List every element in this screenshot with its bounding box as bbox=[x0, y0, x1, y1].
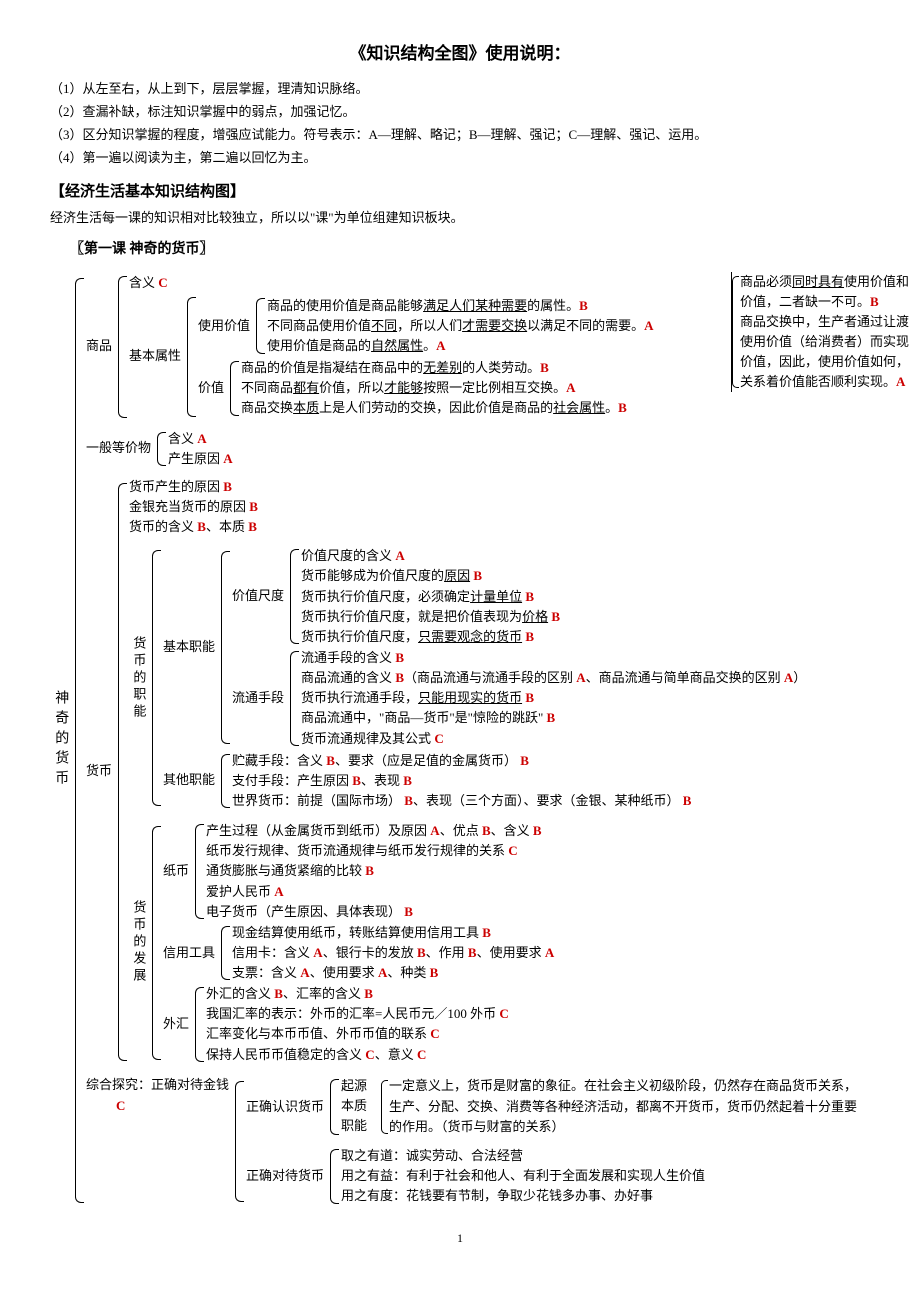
leaf-wh3: 汇率变化与本币币值、外币币值的联系 C bbox=[206, 1024, 870, 1044]
intro-line-4: （4）第一遍以阅读为主，第二遍以回忆为主。 bbox=[50, 148, 870, 169]
leaf-jzcd1: 价值尺度的含义 A bbox=[301, 546, 870, 566]
node-zonghe: 综合探究：正确对待金钱 C 正确认识货币 起源 本质 职能 一定意义上 bbox=[86, 1075, 870, 1208]
label-zonghe: 综合探究：正确对待金钱 C bbox=[86, 1075, 232, 1208]
leaf-zb4: 爱护人民币 A bbox=[206, 882, 870, 902]
tree-diagram: 神奇的货币 商品 含义 C 基本属性 使用价值 bbox=[50, 272, 870, 1209]
leaf-jzcd3: 货币执行价值尺度，必须确定计量单位 B bbox=[301, 587, 870, 607]
leaf-jzcd2: 货币能够成为价值尺度的原因 B bbox=[301, 566, 870, 586]
label-ltsd: 流通手段 bbox=[232, 648, 287, 749]
label-jibenshuxing: 基本属性 bbox=[129, 294, 184, 420]
leaf-zb3: 通货膨胀与通货紧缩的比较 B bbox=[206, 861, 870, 881]
leaf-rs1: 起源 bbox=[341, 1076, 381, 1096]
lesson-title: 〖第一课 神奇的货币〗 bbox=[70, 239, 870, 261]
intro-line-1: （1）从左至右，从上到下，层层掌握，理清知识脉络。 bbox=[50, 79, 870, 100]
label-renshi: 正确认识货币 bbox=[246, 1076, 327, 1138]
subtitle: 经济生活每一课的知识相对比较独立，所以以"课"为单位组建知识板块。 bbox=[50, 208, 870, 229]
leaf-yb-yuanyin: 产生原因 A bbox=[168, 449, 870, 469]
leaf-xy3: 支票：含义 A、使用要求 A、种类 B bbox=[232, 963, 870, 983]
label-qita: 其他职能 bbox=[163, 751, 218, 811]
leaf-jzcd5: 货币执行价值尺度，只需要观念的货币 B bbox=[301, 627, 870, 647]
leaf-hb1: 货币产生的原因 B bbox=[129, 477, 870, 497]
label-fazhan: 货币的发展 bbox=[129, 820, 149, 1066]
root-label: 神奇的货币 bbox=[50, 272, 72, 1209]
page-number: 1 bbox=[50, 1229, 870, 1248]
leaf-lt2: 商品流通的含义 B（商品流通与流通手段的区别 A、商品流通与简单商品交换的区别 … bbox=[301, 668, 870, 688]
leaf-hb2: 金银充当货币的原因 B bbox=[129, 497, 870, 517]
leaf-zb2: 纸币发行规律、货币流通规律与纸币发行规律的关系 C bbox=[206, 841, 870, 861]
leaf-lt4: 商品流通中，"商品—货币"是"惊险的跳跃" B bbox=[301, 708, 870, 728]
leaf-rs2: 本质 bbox=[341, 1096, 381, 1116]
leaf-qt1: 贮藏手段：含义 B、要求（应是足值的金属货币） B bbox=[232, 751, 870, 771]
leaf-jzcd4: 货币执行价值尺度，就是把价值表现为价格 B bbox=[301, 607, 870, 627]
leaf-qt3: 世界货币：前提（国际市场） B、表现（三个方面）、要求（金银、某种纸币） B bbox=[232, 791, 870, 811]
leaf-wh2: 我国汇率的表示：外币的汇率=人民币元／100 外币 C bbox=[206, 1004, 870, 1024]
leaf-zb5: 电子货币（产生原因、具体表现） B bbox=[206, 902, 870, 922]
label-jiazhi: 价值 bbox=[198, 358, 227, 418]
label-waihui: 外汇 bbox=[163, 984, 192, 1065]
brace-root bbox=[72, 272, 86, 1209]
node-huobi: 货币 货币产生的原因 B 金银充当货币的原因 B 货币的含义 B、本质 B 货币… bbox=[86, 477, 870, 1067]
leaf-dd1: 取之有道：诚实劳动、合法经营 bbox=[341, 1146, 870, 1166]
leaf-jz3: 商品交换本质上是人们劳动的交换，因此价值是商品的社会属性。B bbox=[241, 398, 870, 418]
leaf-lt3: 货币执行流通手段，只能用现实的货币 B bbox=[301, 688, 870, 708]
leaf-wh1: 外汇的含义 B、汇率的含义 B bbox=[206, 984, 870, 1004]
intro-line-2: （2）查漏补缺，标注知识掌握中的弱点，加强记忆。 bbox=[50, 102, 870, 123]
label-yiban: 一般等价物 bbox=[86, 429, 154, 469]
label-zhineng: 货币的职能 bbox=[129, 544, 149, 812]
leaf-yb-hanyi: 含义 A bbox=[168, 429, 870, 449]
intro-block: （1）从左至右，从上到下，层层掌握，理清知识脉络。 （2）查漏补缺，标注知识掌握… bbox=[50, 79, 870, 168]
leaf-dd2: 用之有益：有利于社会和他人、有利于全面发展和实现人生价值 bbox=[341, 1166, 870, 1186]
node-shangpin: 商品 含义 C 基本属性 使用价值 商品的使用价 bbox=[86, 273, 870, 421]
leaf-qt2: 支付手段：产生原因 B、表现 B bbox=[232, 771, 870, 791]
leaf-lt1: 流通手段的含义 B bbox=[301, 648, 870, 668]
label-shangpin: 商品 bbox=[86, 273, 115, 421]
label-xinyong: 信用工具 bbox=[163, 923, 218, 983]
side-note-1: 商品必须同时具有使用价值和价值，二者缺一不可。B 商品交换中，生产者通过让渡使用… bbox=[731, 272, 920, 392]
leaf-wh4: 保持人民币币值稳定的含义 C、意义 C bbox=[206, 1045, 870, 1065]
side-note-rs: 一定意义上，货币是财富的象征。在社会主义初级阶段，仍然存在商品货币关系，生产、分… bbox=[381, 1076, 870, 1138]
leaf-xy1: 现金结算使用纸币，转账结算使用信用工具 B bbox=[232, 923, 870, 943]
label-duidai: 正确对待货币 bbox=[246, 1146, 327, 1206]
label-huobi: 货币 bbox=[86, 477, 115, 1067]
leaf-rs3: 职能 bbox=[341, 1116, 381, 1136]
leaf-zb1: 产生过程（从金属货币到纸币）及原因 A、优点 B、含义 B bbox=[206, 821, 870, 841]
label-jzcd: 价值尺度 bbox=[232, 546, 287, 647]
label-zhibi: 纸币 bbox=[163, 821, 192, 922]
node-zhineng: 货币的职能 基本职能 价值尺度 价值尺度的含义 A bbox=[129, 544, 870, 812]
intro-line-3: （3）区分知识掌握的程度，增强应试能力。符号表示：A—理解、略记；B—理解、强记… bbox=[50, 125, 870, 146]
label-jiben: 基本职能 bbox=[163, 545, 218, 749]
node-fazhan: 货币的发展 纸币 产生过程（从金属货币到纸币）及原因 A、优点 B、含义 B 纸… bbox=[129, 820, 870, 1066]
leaf-hb3: 货币的含义 B、本质 B bbox=[129, 517, 870, 537]
section-title: 【经济生活基本知识结构图】 bbox=[50, 180, 870, 204]
node-yiban: 一般等价物 含义 A 产生原因 A bbox=[86, 429, 870, 469]
leaf-xy2: 信用卡：含义 A、银行卡的发放 B、作用 B、使用要求 A bbox=[232, 943, 870, 963]
leaf-dd3: 用之有度：花钱要有节制，争取少花钱多办事、办好事 bbox=[341, 1186, 870, 1206]
page-title: 《知识结构全图》使用说明： bbox=[50, 40, 870, 67]
label-shiyongjiazhi: 使用价值 bbox=[198, 295, 253, 357]
leaf-lt5: 货币流通规律及其公式 C bbox=[301, 729, 870, 749]
